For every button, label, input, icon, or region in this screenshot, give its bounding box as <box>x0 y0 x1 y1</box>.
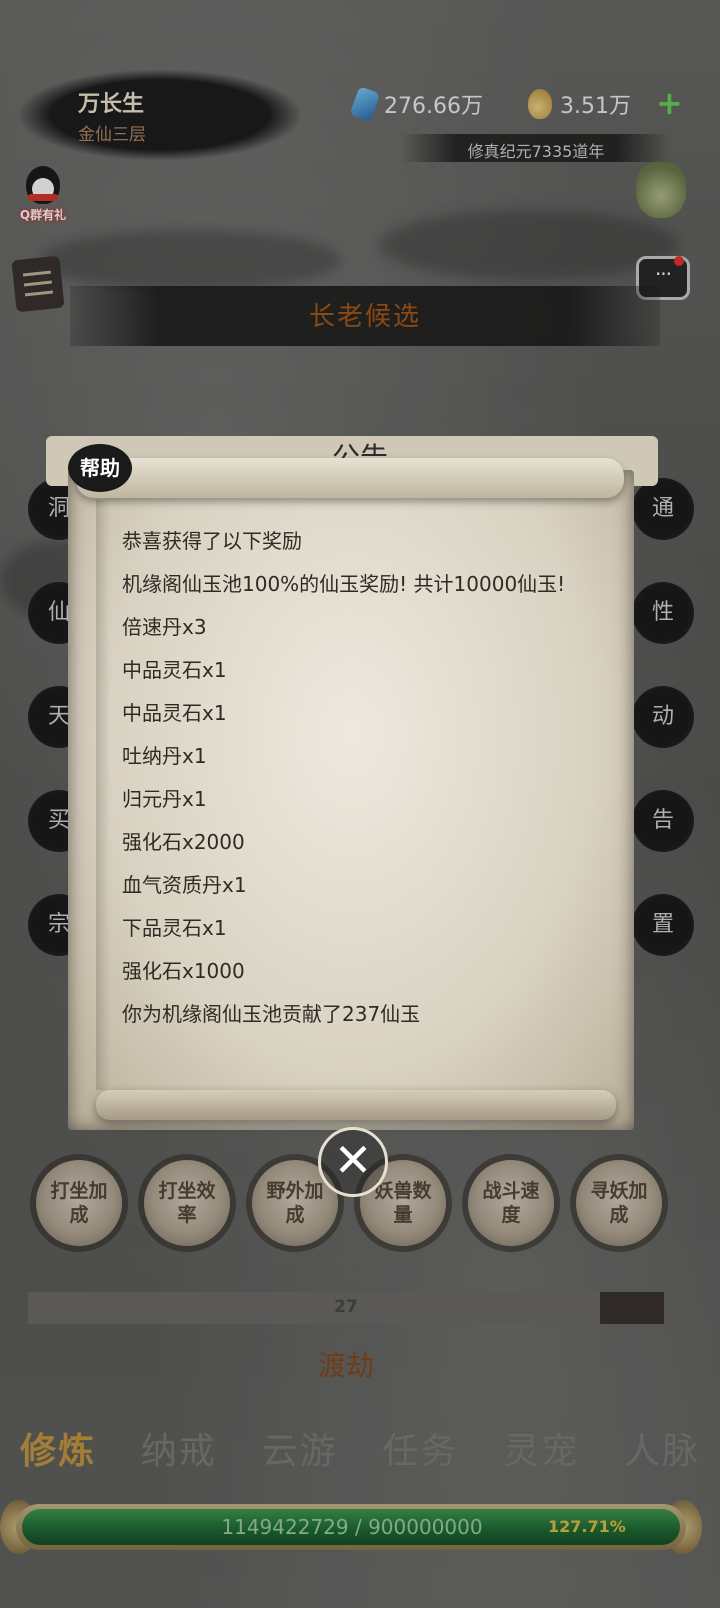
reward-line: 吐纳丹x1 <box>122 744 207 768</box>
reward-line: 倍速丹x3 <box>122 615 207 639</box>
reward-line: 血气资质丹x1 <box>122 873 247 897</box>
reward-line: 强化石x2000 <box>122 830 245 854</box>
reward-list: 恭喜获得了以下奖励 机缘阁仙玉池100%的仙玉奖励! 共计10000仙玉! 倍速… <box>122 520 582 1036</box>
reward-line: 强化石x1000 <box>122 959 245 983</box>
reward-line: 下品灵石x1 <box>122 916 227 940</box>
paper-shadow <box>96 500 110 1090</box>
reward-line: 机缘阁仙玉池100%的仙玉奖励! 共计10000仙玉! <box>122 572 566 596</box>
reward-line: 你为机缘阁仙玉池贡献了237仙玉 <box>122 1002 421 1026</box>
reward-line: 恭喜获得了以下奖励 <box>122 529 302 553</box>
scroll-bottom-roll <box>96 1090 616 1120</box>
help-badge: 帮助 <box>68 444 132 492</box>
close-icon[interactable]: ✕ <box>318 1127 388 1197</box>
scroll-top-roll <box>76 458 624 498</box>
reward-line: 中品灵石x1 <box>122 658 227 682</box>
reward-line: 归元丹x1 <box>122 787 207 811</box>
reward-line: 中品灵石x1 <box>122 701 227 725</box>
